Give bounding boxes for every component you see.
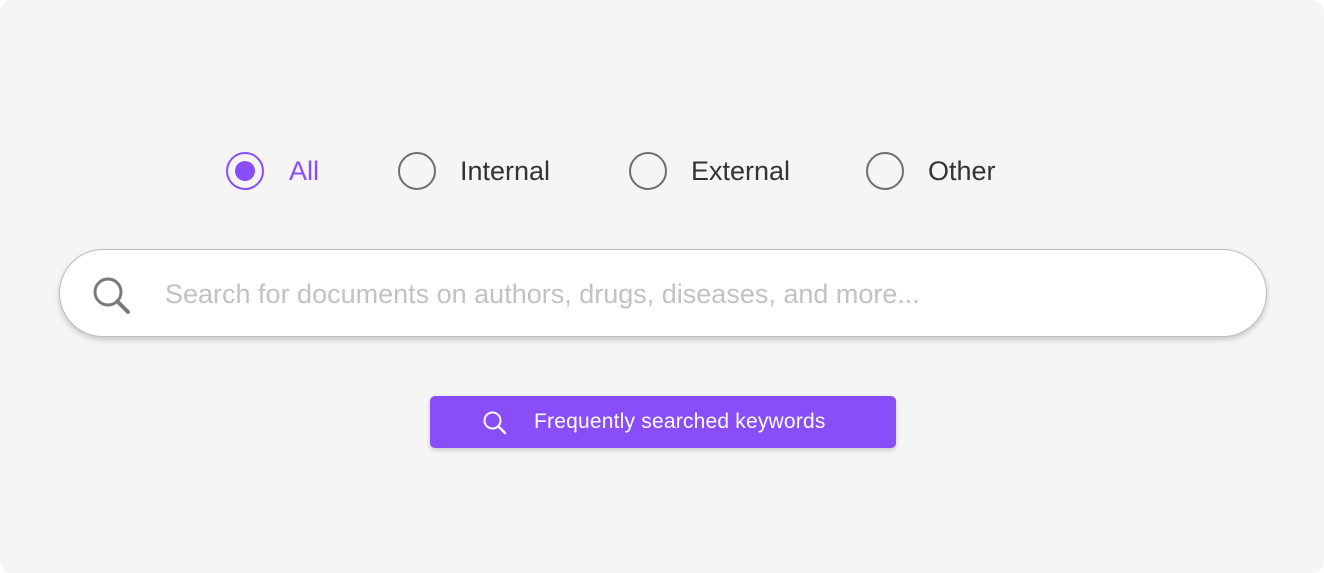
radio-dot	[235, 161, 255, 181]
radio-option-all[interactable]: All	[226, 148, 319, 194]
frequently-searched-keywords-button[interactable]: Frequently searched keywords	[430, 396, 896, 448]
search-input[interactable]	[165, 270, 1225, 318]
radio-option-other[interactable]: Other	[866, 148, 996, 194]
radio-label-internal: Internal	[460, 155, 551, 186]
radio-label-external: External	[691, 155, 791, 186]
keywords-button-label: Frequently searched keywords	[534, 410, 826, 433]
radio-button-selected[interactable]	[226, 152, 264, 190]
search-bar[interactable]	[59, 249, 1267, 337]
radio-button[interactable]	[866, 152, 904, 190]
search-icon	[481, 409, 509, 437]
radio-label-other: Other	[928, 155, 996, 186]
radio-option-internal[interactable]: Internal	[398, 148, 550, 194]
search-icon	[90, 274, 134, 318]
radio-button[interactable]	[398, 152, 436, 190]
radio-option-external[interactable]: External	[629, 148, 790, 194]
radio-label-all: All	[289, 155, 320, 186]
radio-button[interactable]	[629, 152, 667, 190]
search-panel: All Internal External Other Search for d…	[0, 0, 1324, 573]
source-filter-radio-group: All Internal External Other	[0, 148, 1324, 194]
